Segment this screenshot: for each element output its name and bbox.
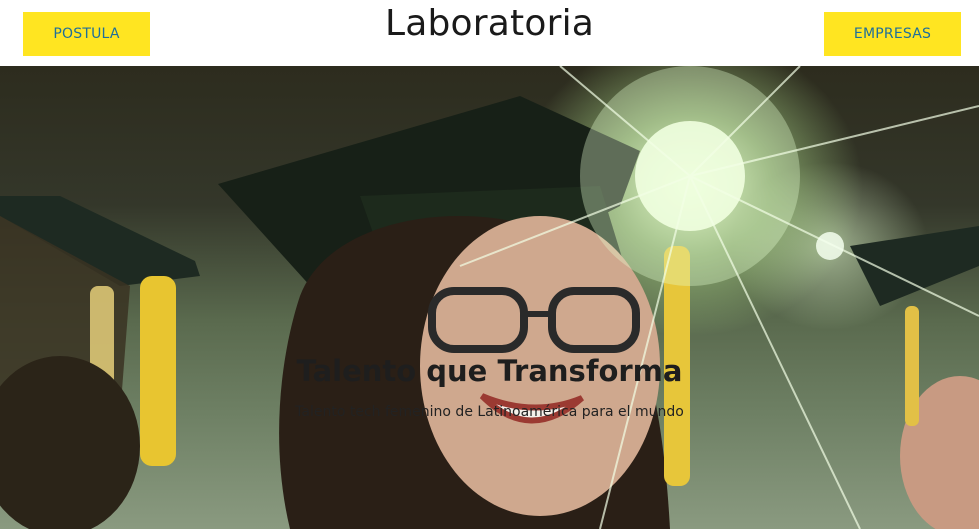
graduation-photo — [0, 66, 979, 529]
hero-title: Talento que Transforma — [296, 354, 683, 388]
hero-subtitle: Talento tech femenino de Latinoamérica p… — [295, 404, 684, 420]
site-header: POSTULA Laboratoria EMPRESAS — [0, 0, 979, 66]
hero-banner: Talento que Transforma Talento tech feme… — [0, 66, 979, 529]
empresas-button[interactable]: EMPRESAS — [824, 12, 961, 56]
